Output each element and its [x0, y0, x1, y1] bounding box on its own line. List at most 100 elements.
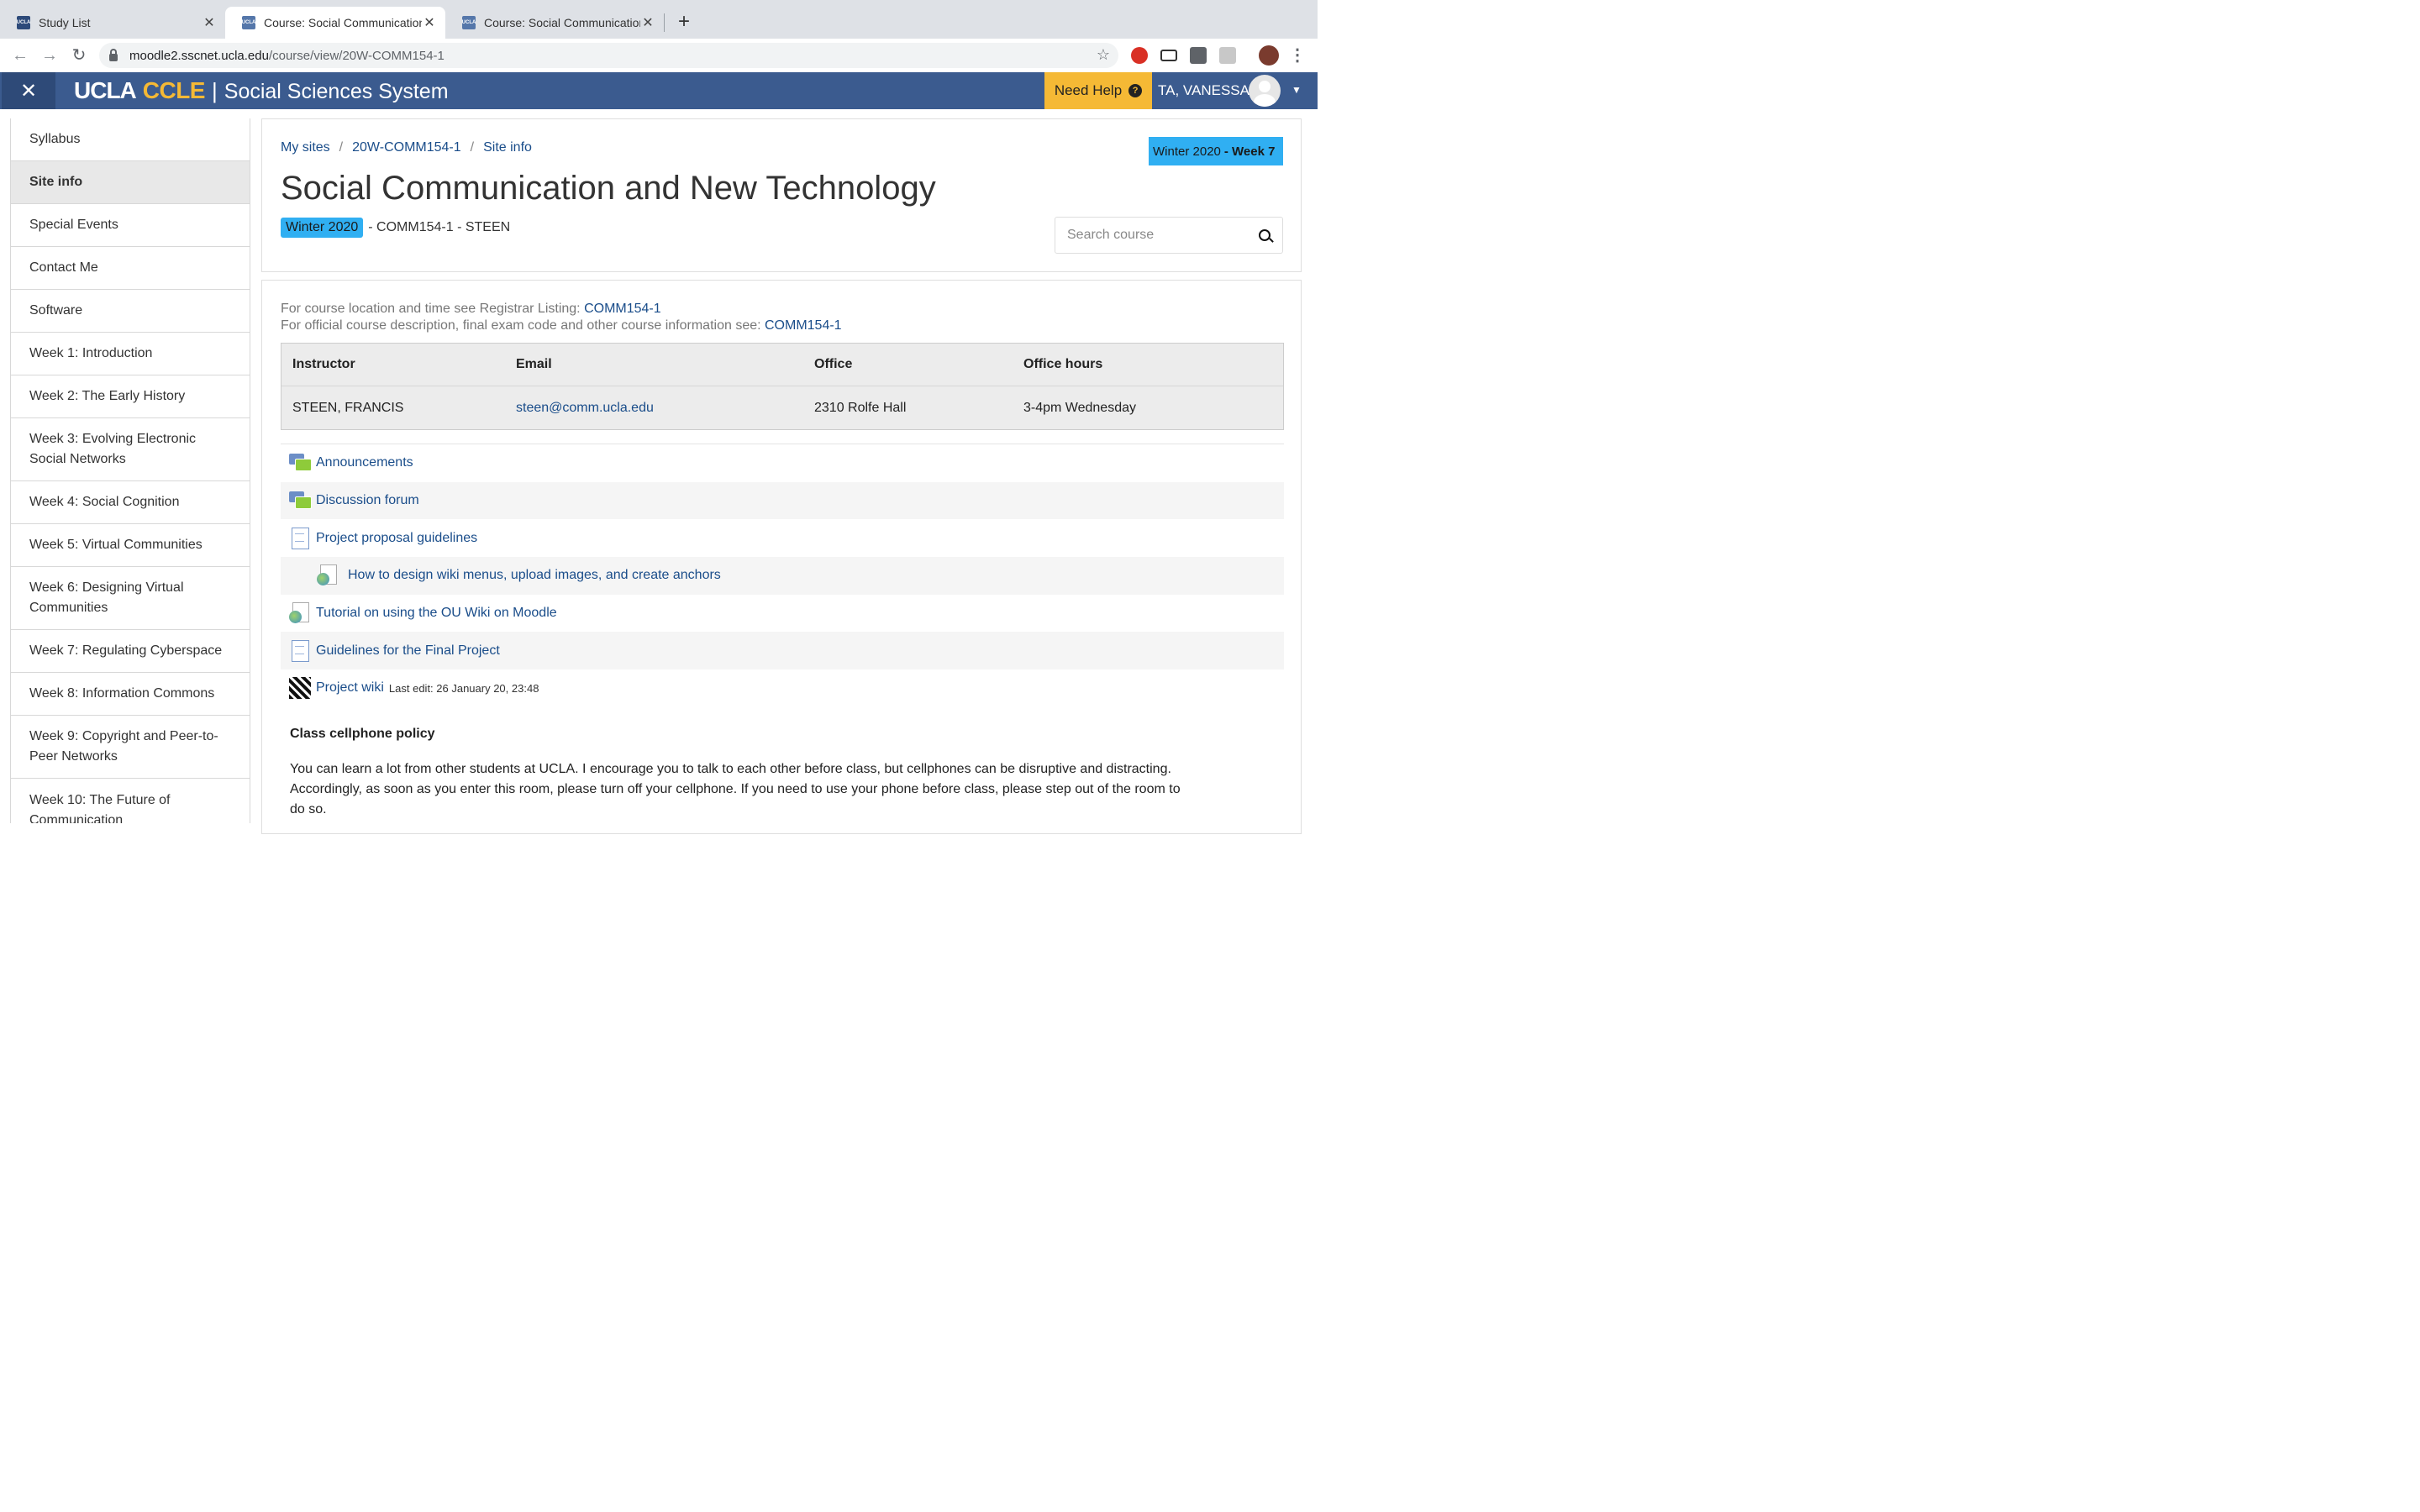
discussion-forum-link[interactable]: Discussion forum: [316, 493, 419, 508]
url-icon: [317, 564, 339, 586]
column-header-office: Office: [814, 357, 853, 371]
sidebar-item-week-9[interactable]: Week 9: Copyright and Peer-to-Peer Netwo…: [11, 715, 250, 779]
sidebar-item-week-10[interactable]: Week 10: The Future of Communication: [11, 778, 250, 823]
instructor-office-hours: 3-4pm Wednesday: [1023, 400, 1136, 415]
screen-extension-icon[interactable]: [1160, 50, 1177, 61]
column-header-email: Email: [516, 357, 552, 371]
facebook-extension-icon[interactable]: [1190, 47, 1207, 64]
sidebar-item-week-3[interactable]: Week 3: Evolving Electronic Social Netwo…: [11, 417, 250, 481]
browser-tab-bar: UCLA Study List ✕ UCLA Course: Social Co…: [0, 0, 1318, 39]
list-item: Guidelines for the Final Project: [281, 632, 1284, 670]
final-project-guidelines-link[interactable]: Guidelines for the Final Project: [316, 643, 500, 659]
ucla-favicon-icon: UCLA: [462, 16, 476, 29]
breadcrumb-my-sites[interactable]: My sites: [281, 140, 330, 155]
list-item: Discussion forum: [281, 481, 1284, 520]
course-activities-list: Announcements Discussion forum Project p…: [281, 444, 1284, 707]
url-host: moodle2.sscnet.ucla.edu: [129, 48, 269, 63]
term-badge: Winter 2020: [281, 218, 364, 238]
back-arrow-icon[interactable]: ←: [10, 45, 30, 66]
page-title: Social Communication and New Technology: [281, 170, 936, 207]
user-menu-caret-icon[interactable]: ▼: [1292, 84, 1302, 96]
course-description-link[interactable]: COMM154-1: [765, 318, 842, 333]
browser-address-bar: ← → ↻ moodle2.sscnet.ucla.edu /course/vi…: [0, 39, 1318, 72]
logo-system-name: Social Sciences System: [224, 80, 449, 103]
sidebar-item-site-info[interactable]: Site info: [11, 160, 250, 204]
sidebar-item-week-2[interactable]: Week 2: The Early History: [11, 375, 250, 418]
breadcrumb-course[interactable]: 20W-COMM154-1: [352, 140, 461, 155]
user-avatar[interactable]: [1249, 75, 1281, 107]
sidebar-item-week-6[interactable]: Week 6: Designing Virtual Communities: [11, 566, 250, 630]
list-item: How to design wiki menus, upload images,…: [281, 557, 1284, 595]
extension-icon[interactable]: [1219, 47, 1236, 64]
forum-icon: [289, 452, 312, 474]
site-logo[interactable]: UCLA CCLE | Social Sciences System: [74, 77, 449, 104]
search-icon[interactable]: [1259, 229, 1270, 241]
breadcrumb-separator: /: [339, 140, 344, 155]
policy-heading: Class cellphone policy: [290, 727, 435, 741]
table-header-row: Instructor Email Office Office hours: [281, 344, 1283, 386]
url-path: /course/view/20W-COMM154-1: [268, 48, 445, 63]
user-name[interactable]: TA, VANESSA: [1158, 82, 1249, 99]
profile-avatar[interactable]: [1259, 45, 1279, 66]
wiki-last-edit: Last edit: 26 January 20, 23:48: [388, 681, 539, 695]
column-header-instructor: Instructor: [292, 357, 355, 371]
lock-icon: [109, 48, 118, 61]
tab-title: Study List: [39, 16, 91, 29]
need-help-button[interactable]: Need Help ?: [1044, 72, 1152, 109]
announcements-link[interactable]: Announcements: [316, 455, 413, 470]
week-badge-term: Winter 2020: [1153, 144, 1221, 159]
browser-tab-study-list[interactable]: UCLA Study List ✕: [0, 7, 225, 39]
course-description-text: For official course description, final e…: [281, 318, 765, 333]
forward-arrow-icon[interactable]: →: [39, 45, 60, 66]
browser-menu-icon[interactable]: ⋮: [1287, 45, 1307, 66]
sidebar-item-week-5[interactable]: Week 5: Virtual Communities: [11, 523, 250, 567]
logo-ccle: CCLE: [142, 77, 206, 103]
registrar-info-text: For course location and time see Registr…: [281, 302, 585, 316]
close-drawer-icon[interactable]: ✕: [2, 72, 55, 109]
column-header-office-hours: Office hours: [1023, 357, 1103, 371]
sidebar-item-contact-me[interactable]: Contact Me: [11, 246, 250, 290]
week-badge-week: - Week 7: [1223, 144, 1276, 159]
browser-tab-course[interactable]: UCLA Course: Social Communication a ✕: [445, 7, 664, 39]
logo-ucla: UCLA: [74, 77, 137, 103]
list-item: Tutorial on using the OU Wiki on Moodle: [281, 595, 1284, 633]
policy-body: You can learn a lot from other students …: [290, 762, 1181, 816]
tab-divider: [664, 13, 665, 32]
new-tab-plus-icon[interactable]: +: [674, 10, 694, 34]
instructor-email-link[interactable]: steen@comm.ucla.edu: [516, 401, 814, 416]
sidebar-item-week-4[interactable]: Week 4: Social Cognition: [11, 480, 250, 524]
adblock-extension-icon[interactable]: [1131, 47, 1148, 64]
table-row: STEEN, FRANCIS steen@comm.ucla.edu 2310 …: [281, 386, 1283, 429]
breadcrumb-site-info[interactable]: Site info: [483, 140, 532, 155]
close-tab-icon[interactable]: ✕: [422, 14, 437, 31]
sidebar-item-week-7[interactable]: Week 7: Regulating Cyberspace: [11, 629, 250, 673]
close-tab-icon[interactable]: ✕: [640, 14, 655, 31]
project-wiki-link[interactable]: Project wiki: [316, 680, 384, 696]
sidebar-item-software[interactable]: Software: [11, 289, 250, 333]
project-proposal-link[interactable]: Project proposal guidelines: [316, 531, 477, 546]
tab-title: Course: Social Communication a: [264, 16, 422, 29]
sidebar-item-week-1[interactable]: Week 1: Introduction: [11, 332, 250, 375]
email-link-text[interactable]: steen@comm.ucla.edu: [516, 401, 654, 415]
sidebar-item-week-8[interactable]: Week 8: Information Commons: [11, 672, 250, 716]
wiki-design-link[interactable]: How to design wiki menus, upload images,…: [348, 568, 721, 583]
sidebar-item-special-events[interactable]: Special Events: [11, 203, 250, 247]
url-icon: [289, 602, 311, 624]
search-course-input[interactable]: Search course: [1055, 217, 1283, 254]
ou-wiki-tutorial-link[interactable]: Tutorial on using the OU Wiki on Moodle: [316, 606, 557, 621]
registrar-listing-link[interactable]: COMM154-1: [584, 302, 661, 316]
ucla-favicon-icon: UCLA: [17, 16, 30, 29]
url-field[interactable]: moodle2.sscnet.ucla.edu /course/view/20W…: [99, 43, 1118, 68]
reload-icon[interactable]: ↻: [69, 45, 89, 66]
search-placeholder: Search course: [1067, 228, 1155, 242]
contact-info-table: Instructor Email Office Office hours STE…: [281, 343, 1284, 430]
browser-tab-course-active[interactable]: UCLA Course: Social Communication a ✕: [225, 7, 445, 39]
wiki-icon: [289, 677, 311, 700]
course-subtitle: Winter 2020 - COMM154-1 - STEEN: [281, 218, 510, 238]
question-icon: ?: [1128, 84, 1143, 97]
logo-separator: |: [212, 78, 218, 103]
close-tab-icon[interactable]: ✕: [202, 14, 217, 31]
course-content-card: For course location and time see Registr…: [261, 280, 1302, 834]
sidebar-item-syllabus[interactable]: Syllabus: [11, 118, 250, 161]
bookmark-star-icon[interactable]: ☆: [1097, 46, 1110, 64]
